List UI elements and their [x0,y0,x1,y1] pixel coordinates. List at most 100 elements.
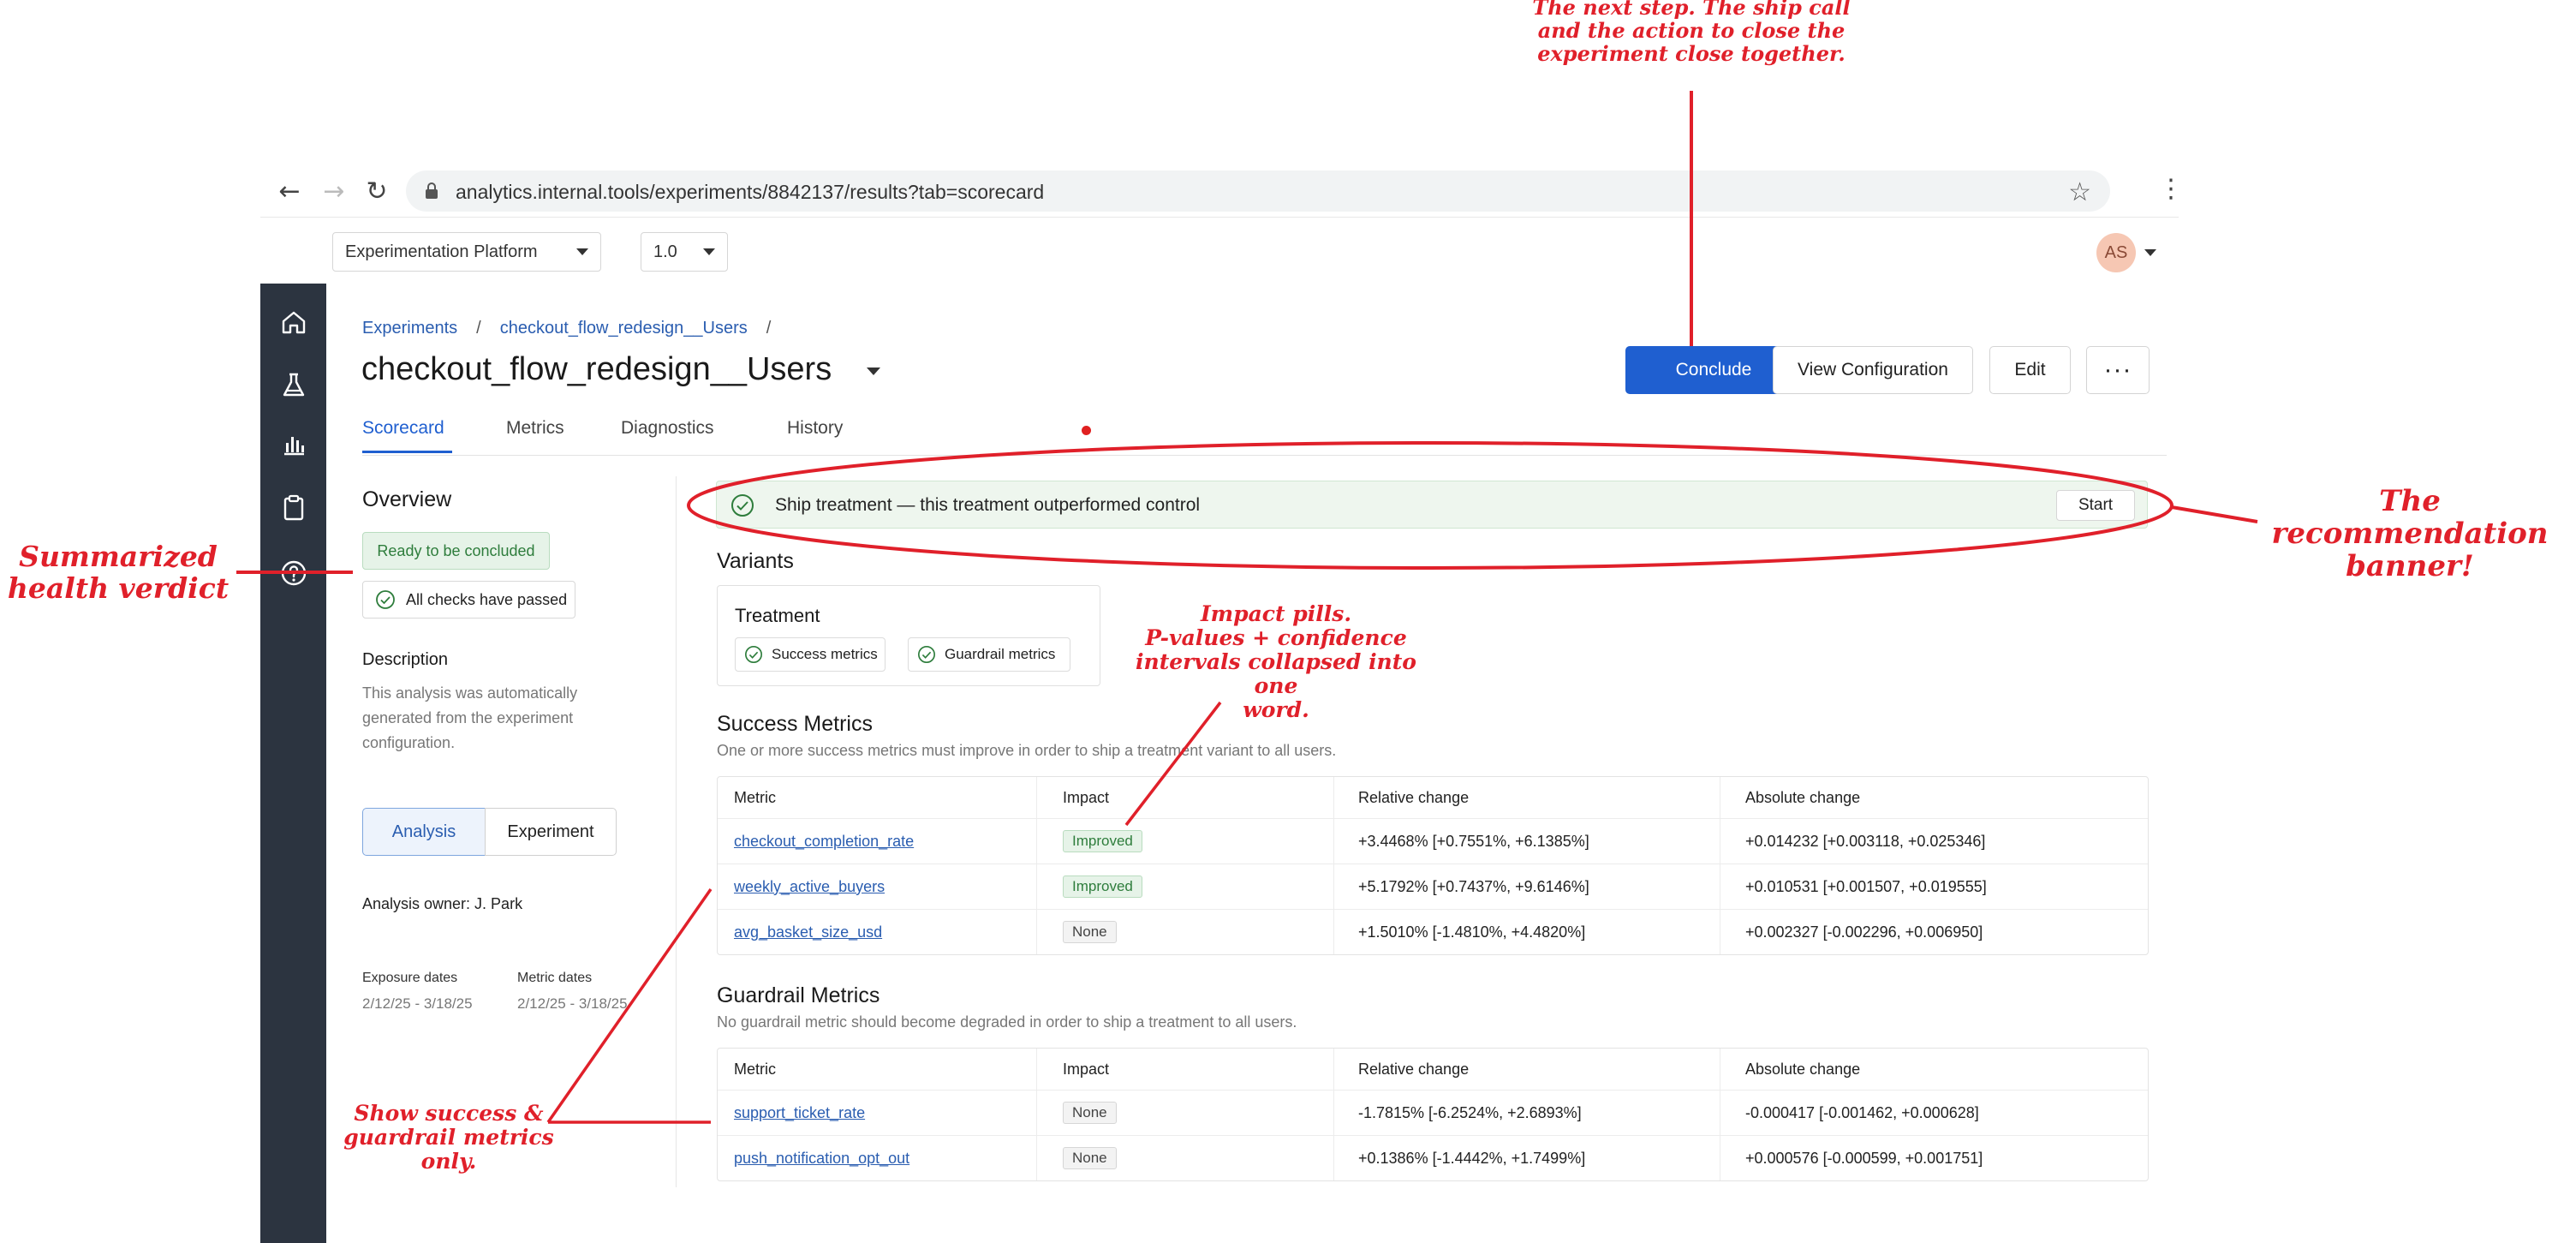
start-button[interactable]: Start [2056,490,2135,521]
segment-analysis[interactable]: Analysis [362,808,486,856]
absolute-change: -0.000417 [-0.001462, +0.000628] [1745,1103,1979,1121]
description-title: Description [362,650,449,669]
table-header-row: Metric Impact Relative change Absolute c… [718,1049,2148,1090]
tab-history[interactable]: History [787,418,843,439]
table-row: avg_basket_size_usd None +1.5010% [-1.48… [718,909,2148,954]
star-icon[interactable]: ☆ [2068,177,2091,207]
sidebar [260,284,326,1243]
clipboard-icon[interactable] [277,491,311,525]
metric-link[interactable]: support_ticket_rate [734,1104,865,1122]
success-metrics-subtitle: One or more success metrics must improve… [717,742,1337,759]
chevron-down-icon [576,248,588,255]
column-header: Absolute change [1745,1060,1861,1078]
guardrail-metrics-title: Guardrail Metrics [717,983,880,1007]
avatar-chevron-down-icon[interactable] [2144,249,2156,256]
success-metrics-table: Metric Impact Relative change Absolute c… [717,776,2149,955]
flask-icon[interactable] [277,368,311,403]
avatar[interactable]: AS [2096,233,2136,272]
guardrail-metrics-pill: Guardrail metrics [908,637,1070,672]
column-header: Impact [1063,788,1110,806]
column-header: Metric [734,788,776,806]
relative-change: +1.5010% [-1.4810%, +4.4820%] [1358,923,1586,941]
metric-dates-label: Metric dates [517,971,593,985]
exposure-dates-label: Exposure dates [362,971,458,985]
panel-divider [676,476,677,1187]
relative-change: +3.4468% [+0.7551%, +6.1385%] [1358,832,1589,850]
metric-dates-value: 2/12/25 - 3/18/25 [517,995,628,1012]
breadcrumb-separator: / [476,319,481,338]
kebab-icon[interactable]: ⋮ [2158,174,2184,204]
segment-experiment[interactable]: Experiment [485,808,617,856]
version-select[interactable]: 1.0 [641,232,728,272]
diagnostics-alert-dot [1082,426,1091,435]
bar-chart-icon[interactable] [277,427,311,462]
check-circle-icon [745,646,762,663]
app-topbar: Experimentation Platform 1.0 AS [260,217,2179,284]
table-header-row: Metric Impact Relative change Absolute c… [718,777,2148,818]
annotation-recommendation: The recommendation banner! [2271,484,2549,584]
column-header: Impact [1063,1060,1110,1078]
absolute-change: +0.002327 [-0.002296, +0.006950] [1745,923,1983,941]
relative-change: +5.1792% [+0.7437%, +9.6146%] [1358,877,1589,895]
edit-button[interactable]: Edit [1989,346,2071,394]
annotation-health-verdict: Summarized health verdict [7,540,230,605]
tab-scorecard[interactable]: Scorecard [362,418,444,439]
impact-pill: None [1063,1147,1117,1169]
reload-icon[interactable]: ↻ [361,176,392,206]
home-icon[interactable] [277,305,311,339]
breadcrumb-experiment-link[interactable]: checkout_flow_redesign__Users [500,319,748,338]
tab-diagnostics[interactable]: Diagnostics [621,418,714,439]
address-bar[interactable]: analytics.internal.tools/experiments/884… [406,170,2110,212]
impact-pill: None [1063,921,1117,943]
checks-passed-text: All checks have passed [406,590,568,608]
absolute-change: +0.014232 [+0.003118, +0.025346] [1745,832,1986,850]
view-configuration-button[interactable]: View Configuration [1773,346,1973,394]
tab-bar: Scorecard Metrics Diagnostics History [362,415,2167,456]
variant-name: Treatment [735,605,820,626]
success-metrics-title: Success Metrics [717,712,873,736]
checks-passed-pill: All checks have passed [362,581,575,619]
back-arrow-icon[interactable]: ← [274,176,305,206]
guardrail-metrics-pill-label: Guardrail metrics [945,646,1056,662]
page-title: checkout_flow_redesign__Users [361,351,832,387]
table-row: support_ticket_rate None -1.7815% [-6.25… [718,1090,2148,1135]
column-header: Relative change [1358,788,1470,806]
annotation-impact-pills: Impact pills. P-values + confidence inte… [1136,601,1416,722]
table-row: checkout_completion_rate Improved +3.446… [718,818,2148,864]
tab-metrics[interactable]: Metrics [506,418,564,439]
impact-pill: Improved [1063,875,1142,898]
browser-toolbar: ← → ↻ analytics.internal.tools/experimen… [260,165,2184,217]
exposure-dates-value: 2/12/25 - 3/18/25 [362,995,473,1012]
forward-arrow-icon[interactable]: → [319,176,349,206]
metric-link[interactable]: weekly_active_buyers [734,878,885,896]
impact-pill: None [1063,1102,1117,1124]
variants-title: Variants [717,549,794,573]
breadcrumb-experiments-link[interactable]: Experiments [362,319,457,338]
more-options-button[interactable]: ··· [2086,346,2150,394]
breadcrumb: Experiments / checkout_flow_redesign__Us… [362,319,790,338]
absolute-change: +0.010531 [+0.001507, +0.019555] [1745,877,1987,895]
analysis-owner: Analysis owner: J. Park [362,895,523,912]
table-row: push_notification_opt_out None +0.1386% … [718,1135,2148,1180]
status-badge: Ready to be concluded [362,532,550,570]
check-circle-icon [731,494,754,517]
metric-link[interactable]: avg_basket_size_usd [734,923,882,941]
platform-select[interactable]: Experimentation Platform [332,232,601,272]
column-header: Metric [734,1060,776,1078]
success-metrics-pill-label: Success metrics [772,646,878,662]
title-chevron-down-icon[interactable] [867,368,880,375]
metric-link[interactable]: checkout_completion_rate [734,833,914,851]
chevron-down-icon [703,248,715,255]
guardrail-metrics-subtitle: No guardrail metric should become degrad… [717,1013,1297,1031]
check-circle-icon [376,590,395,609]
lock-icon [426,182,438,199]
check-circle-icon [918,646,935,663]
active-tab-indicator [362,451,452,453]
recommendation-banner: Ship treatment — this treatment outperfo… [716,481,2148,529]
relative-change: -1.7815% [-6.2524%, +2.6893%] [1358,1103,1582,1121]
recommendation-text: Ship treatment — this treatment outperfo… [775,495,1201,515]
help-icon[interactable] [277,556,311,590]
relative-change: +0.1386% [-1.4442%, +1.7499%] [1358,1149,1586,1167]
guardrail-metrics-table: Metric Impact Relative change Absolute c… [717,1048,2149,1181]
metric-link[interactable]: push_notification_opt_out [734,1150,909,1168]
